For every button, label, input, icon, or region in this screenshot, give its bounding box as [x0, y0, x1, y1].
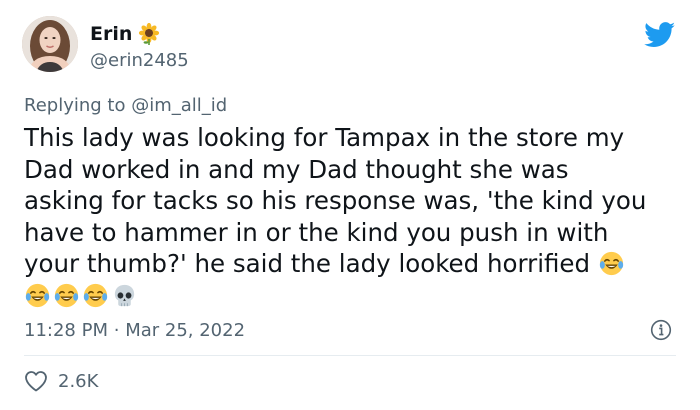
display-name[interactable]: Erin	[90, 22, 132, 46]
user-handle[interactable]: @erin2485	[90, 50, 189, 72]
crying-laughing-icon	[82, 282, 109, 309]
replying-to: Replying to @im_all_id	[24, 95, 227, 117]
info-icon[interactable]	[650, 319, 672, 341]
tweet-line: Dad worked in and my Dad thought she was	[24, 154, 569, 184]
replying-prefix: Replying to	[24, 95, 126, 116]
tweet-emoji-line	[24, 280, 684, 312]
crying-laughing-icon	[24, 282, 51, 309]
divider	[24, 355, 676, 356]
name-row: Erin	[90, 22, 160, 46]
crying-laughing-icon	[53, 282, 80, 309]
avatar-image	[22, 16, 78, 72]
tweet-timestamp[interactable]: 11:28 PM · Mar 25, 2022	[24, 320, 245, 342]
tweet-line: This lady was looking for Tampax in the …	[24, 123, 625, 152]
twitter-bird-icon[interactable]	[644, 22, 676, 48]
heart-icon	[25, 371, 47, 392]
avatar[interactable]	[22, 16, 78, 72]
tweet-line: asking for tacks so his response was, 't…	[24, 186, 647, 215]
like-button[interactable]: 2.6K	[24, 370, 98, 392]
tweet-text: This lady was looking for Tampax in the …	[24, 122, 684, 311]
tweet-card: Erin @erin2485 Replying to @im_all_id Th…	[0, 0, 700, 410]
tweet-line: have to hammer in or the kind you push i…	[24, 217, 609, 247]
like-count: 2.6K	[58, 370, 99, 392]
tweet-time: 11:28 PM	[24, 320, 108, 341]
crying-laughing-icon	[598, 250, 625, 277]
tweet-line: your thumb?' he said the lady looked hor…	[24, 249, 591, 278]
skull-icon	[111, 282, 138, 309]
reply-mention[interactable]: @im_all_id	[131, 95, 227, 116]
timestamp-separator: ·	[113, 320, 120, 341]
tweet-date: Mar 25, 2022	[125, 320, 246, 341]
tweet-line-last: your thumb?' he said the lady looked hor…	[24, 248, 684, 280]
sunflower-icon	[138, 22, 160, 45]
